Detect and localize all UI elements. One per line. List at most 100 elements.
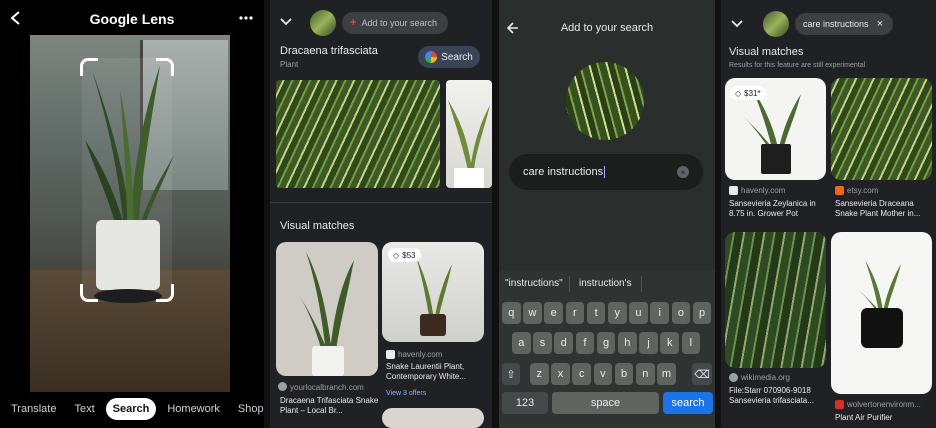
visual-matches-title: Visual matches bbox=[729, 46, 804, 58]
result-card-4[interactable] bbox=[831, 232, 932, 394]
search-key[interactable]: search bbox=[663, 392, 713, 414]
price-tag-icon: ◇ bbox=[735, 88, 742, 98]
key-w[interactable]: w bbox=[523, 302, 542, 324]
add-to-search-panel: Add to your search care instructions × "… bbox=[499, 0, 715, 428]
result-card-3[interactable] bbox=[382, 408, 484, 428]
frame-corner-top-left bbox=[80, 58, 98, 76]
result-card-1[interactable] bbox=[276, 242, 378, 376]
key-j[interactable]: j bbox=[639, 332, 658, 354]
price-badge: ◇ $31* bbox=[730, 86, 766, 100]
result-2-source: etsy.com bbox=[847, 186, 879, 195]
key-v[interactable]: v bbox=[593, 363, 613, 385]
price-tag-icon: ◇ bbox=[393, 250, 400, 260]
refined-results-panel: care instructions × Visual matches Resul… bbox=[721, 0, 936, 428]
result-3-source: wikimedia.org bbox=[741, 373, 790, 382]
site-favicon-icon bbox=[835, 186, 844, 195]
close-icon[interactable]: × bbox=[873, 17, 887, 31]
shift-key-icon[interactable]: ⇧ bbox=[502, 363, 520, 385]
key-l[interactable]: l bbox=[681, 332, 701, 354]
experimental-note: Results for this feature are still exper… bbox=[729, 62, 866, 69]
add-to-search-label: Add to your search bbox=[361, 18, 437, 28]
search-input[interactable]: care instructions bbox=[509, 154, 703, 190]
result-1-title: Sansevieria Zeylanica in 8.75 in. Grower… bbox=[729, 199, 816, 218]
tab-shopping[interactable]: Shopp bbox=[231, 398, 264, 420]
result-3-title: File:Starr 070906-9018 Sansevieria trifa… bbox=[729, 386, 814, 405]
query-chip-label: care instructions bbox=[803, 19, 869, 29]
space-key[interactable]: space bbox=[552, 392, 659, 414]
query-image-thumbnail[interactable] bbox=[763, 11, 789, 37]
backspace-key-icon[interactable]: ⌫ bbox=[692, 363, 712, 385]
key-z[interactable]: z bbox=[530, 363, 549, 385]
key-q[interactable]: q bbox=[502, 302, 521, 324]
entity-image-secondary[interactable] bbox=[446, 80, 492, 188]
view-offers-link[interactable]: View 3 offers bbox=[386, 390, 426, 397]
suggestion-divider bbox=[569, 276, 570, 292]
key-h[interactable]: h bbox=[618, 332, 637, 354]
suggestion-1[interactable]: "instructions" bbox=[505, 278, 563, 289]
entity-subtitle: Plant bbox=[280, 60, 299, 69]
key-r[interactable]: r bbox=[565, 302, 585, 324]
result-card-3[interactable] bbox=[725, 232, 826, 368]
panel-header-title: Add to your search bbox=[560, 22, 654, 34]
key-x[interactable]: x bbox=[551, 363, 570, 385]
lens-mode-tabs: Translate Text Search Homework Shopp bbox=[0, 395, 264, 423]
tab-text[interactable]: Text bbox=[67, 398, 101, 420]
text-cursor bbox=[604, 166, 606, 178]
entity-image-main[interactable] bbox=[276, 80, 440, 188]
site-favicon-icon bbox=[278, 382, 287, 391]
key-b[interactable]: b bbox=[614, 363, 634, 385]
tab-search[interactable]: Search bbox=[105, 398, 157, 420]
frame-corner-bottom-right bbox=[156, 284, 174, 302]
site-favicon-icon bbox=[729, 186, 738, 195]
result-card-2[interactable] bbox=[831, 78, 932, 180]
result-1-source: yourlocalbranch.com bbox=[290, 383, 364, 392]
frame-corner-top-right bbox=[156, 58, 174, 76]
key-d[interactable]: d bbox=[554, 332, 573, 354]
add-to-search-pill[interactable]: + Add to your search bbox=[342, 12, 448, 34]
snake-plant-image bbox=[85, 65, 174, 303]
lens-camera-panel: Google Lens Translate Text Search Homewo… bbox=[0, 0, 264, 428]
chevron-down-icon[interactable] bbox=[278, 14, 294, 30]
key-u[interactable]: u bbox=[629, 302, 648, 324]
site-favicon-icon bbox=[386, 350, 395, 359]
site-favicon-icon bbox=[835, 400, 844, 409]
suggestion-divider bbox=[641, 276, 642, 292]
search-button-label: Search bbox=[441, 51, 473, 63]
key-c[interactable]: c bbox=[572, 363, 591, 385]
result-4-source: wolvertonenvironm... bbox=[847, 400, 921, 409]
result-2-title: Sansevieria Draceana Snake Plant Mother … bbox=[835, 199, 921, 218]
more-options-icon[interactable] bbox=[236, 8, 256, 28]
plus-icon: + bbox=[350, 17, 357, 29]
query-image-thumbnail[interactable] bbox=[310, 10, 336, 36]
selected-image-thumbnail bbox=[566, 62, 644, 140]
key-f[interactable]: f bbox=[575, 332, 595, 354]
lens-results-panel: + Add to your search Dracaena trifasciat… bbox=[270, 0, 492, 428]
key-n[interactable]: n bbox=[636, 363, 655, 385]
key-p[interactable]: p bbox=[692, 302, 712, 324]
key-s[interactable]: s bbox=[533, 332, 552, 354]
key-i[interactable]: i bbox=[650, 302, 669, 324]
key-t[interactable]: t bbox=[586, 302, 606, 324]
numbers-key[interactable]: 123 bbox=[502, 392, 548, 414]
clear-input-icon[interactable]: × bbox=[677, 166, 689, 178]
frame-corner-bottom-left bbox=[80, 284, 98, 302]
visual-matches-title: Visual matches bbox=[280, 220, 355, 232]
key-e[interactable]: e bbox=[544, 302, 563, 324]
suggestion-2[interactable]: instruction's bbox=[579, 278, 632, 289]
key-g[interactable]: g bbox=[596, 332, 616, 354]
entity-title: Dracaena trifasciata bbox=[280, 45, 378, 57]
key-a[interactable]: a bbox=[512, 332, 531, 354]
key-y[interactable]: y bbox=[608, 302, 627, 324]
app-title: Google Lens bbox=[89, 11, 175, 27]
key-o[interactable]: o bbox=[671, 302, 691, 324]
search-button[interactable]: Search bbox=[418, 46, 480, 68]
chevron-down-icon[interactable] bbox=[729, 16, 745, 32]
price-badge: ◇ $53 bbox=[388, 248, 421, 262]
search-input-text: care instructions bbox=[523, 166, 604, 178]
site-favicon-icon bbox=[729, 373, 738, 382]
divider bbox=[270, 202, 492, 203]
tab-translate[interactable]: Translate bbox=[4, 398, 63, 420]
key-k[interactable]: k bbox=[660, 332, 679, 354]
tab-homework[interactable]: Homework bbox=[160, 398, 227, 420]
key-m[interactable]: m bbox=[657, 363, 676, 385]
